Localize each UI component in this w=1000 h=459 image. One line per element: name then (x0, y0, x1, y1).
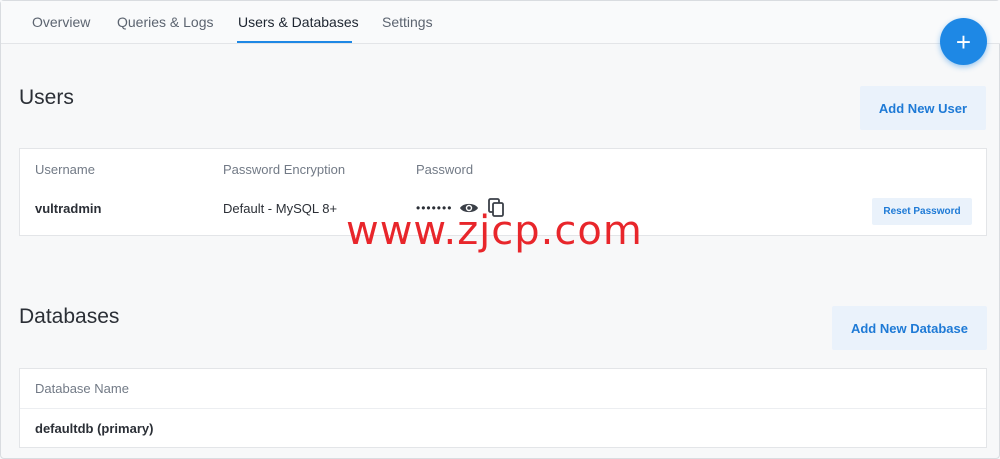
column-header-password-encryption: Password Encryption (223, 162, 346, 177)
tab-overview[interactable]: Overview (32, 14, 90, 30)
username-cell: vultradmin (35, 201, 102, 216)
column-header-password: Password (416, 162, 474, 177)
database-name-cell: defaultdb (primary) (35, 421, 154, 436)
databases-table: Database Name defaultdb (primary) (19, 368, 987, 448)
users-section-title: Users (19, 86, 74, 109)
tab-settings[interactable]: Settings (382, 14, 433, 30)
active-tab-indicator (237, 41, 352, 43)
add-new-database-button[interactable]: Add New Database (832, 306, 987, 350)
encryption-cell: Default - MySQL 8+ (223, 201, 338, 216)
row-divider (20, 408, 986, 409)
app-frame: Overview Queries & Logs Users & Database… (0, 0, 1000, 459)
column-header-username: Username (35, 162, 95, 177)
tab-bar: Overview Queries & Logs Users & Database… (1, 1, 1000, 44)
databases-section-title: Databases (19, 305, 120, 328)
add-new-user-button[interactable]: Add New User (860, 86, 986, 130)
column-header-database-name: Database Name (35, 381, 129, 396)
add-fab-button[interactable]: + (940, 18, 987, 65)
plus-icon: + (955, 26, 972, 57)
reset-password-button[interactable]: Reset Password (872, 198, 972, 225)
watermark: www.zjcp.com (346, 208, 643, 254)
tab-queries-logs[interactable]: Queries & Logs (117, 14, 214, 30)
tab-users-databases[interactable]: Users & Databases (238, 14, 359, 30)
